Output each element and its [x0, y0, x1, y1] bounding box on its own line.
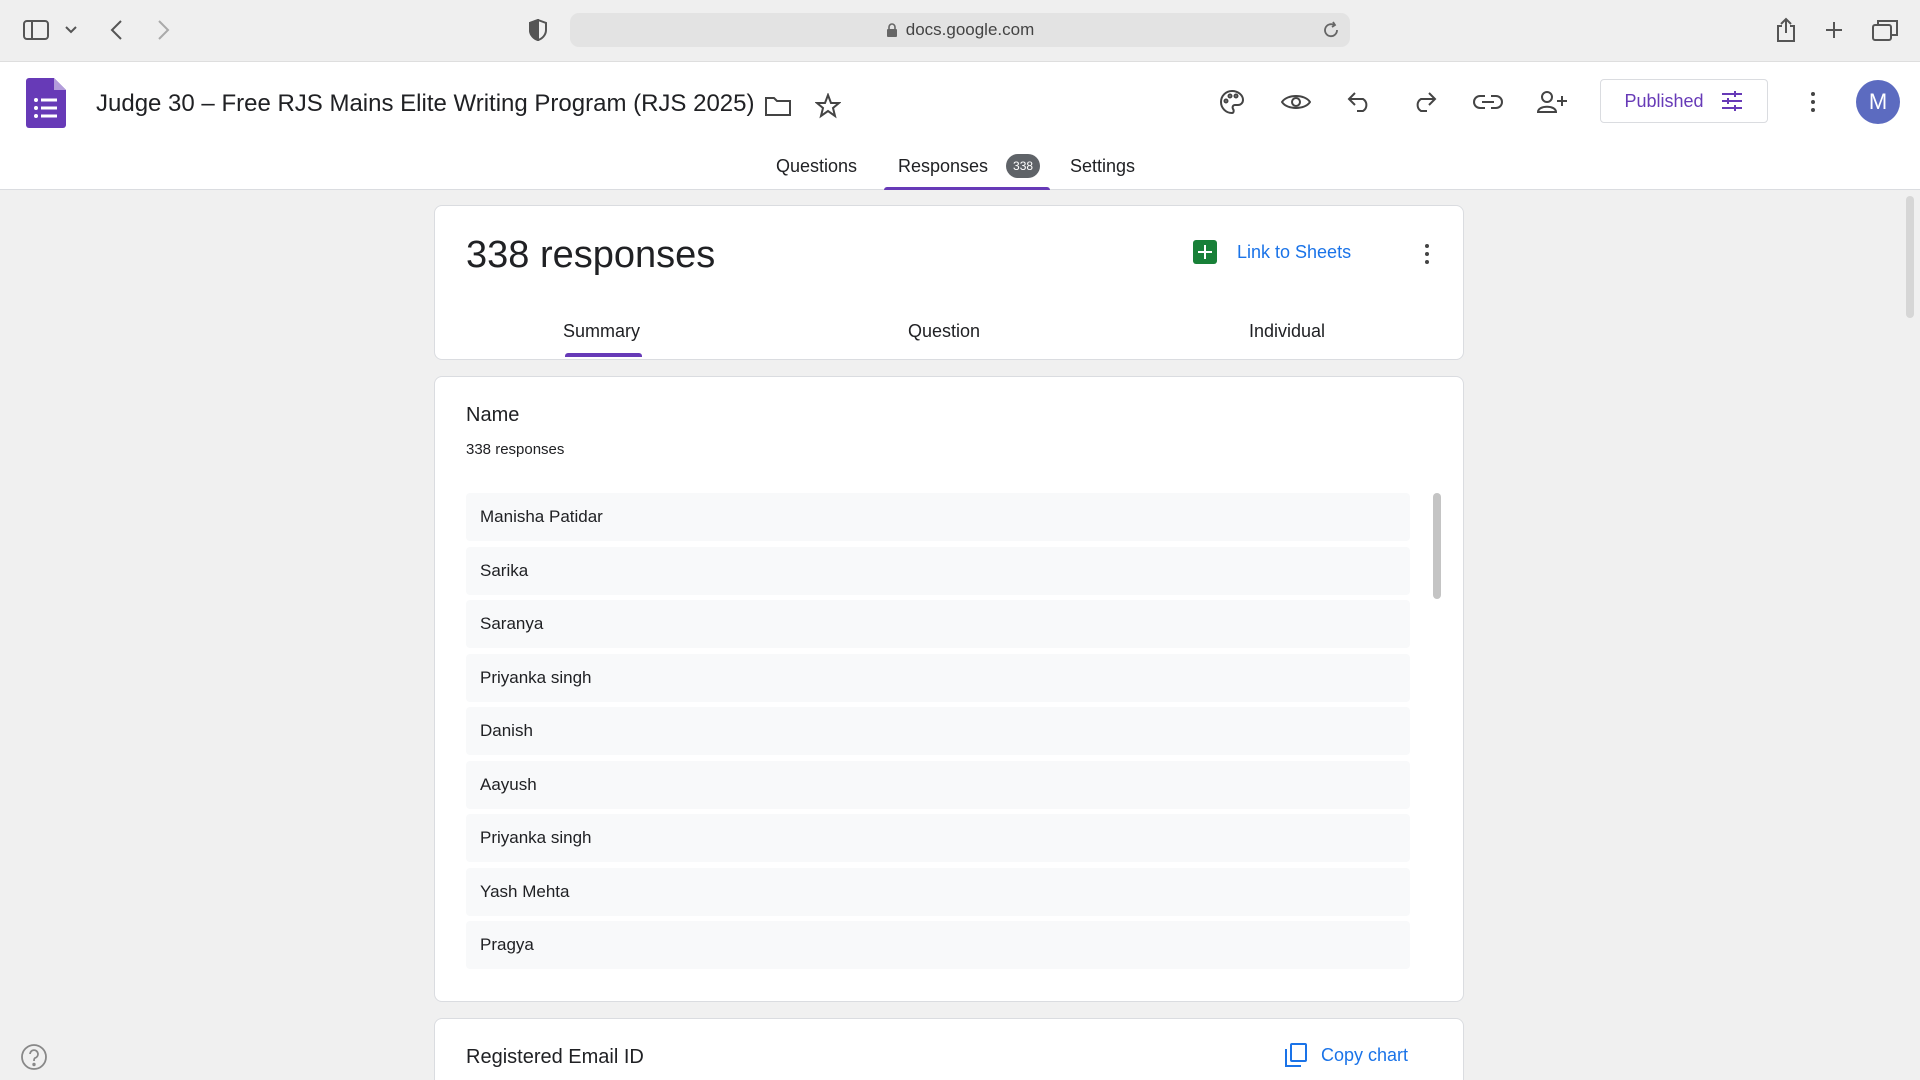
email-question-title: Registered Email ID — [466, 1046, 644, 1068]
question-response-count: 338 responses — [466, 441, 565, 458]
list-item: Aayush — [466, 760, 1410, 809]
forms-logo-icon[interactable] — [26, 78, 66, 128]
subtab-summary[interactable]: Summary — [563, 321, 643, 357]
link-to-sheets-label: Link to Sheets — [1237, 241, 1352, 262]
forward-icon[interactable] — [150, 14, 178, 46]
form-title[interactable]: Judge 30 – Free RJS Mains Elite Writing … — [96, 90, 755, 118]
responses-more-icon[interactable] — [1419, 242, 1435, 266]
chevron-down-icon[interactable] — [62, 14, 80, 46]
lock-icon — [886, 23, 897, 37]
copy-icon — [1285, 1043, 1307, 1067]
subtab-question[interactable]: Question — [908, 321, 980, 342]
list-scrollbar[interactable] — [1433, 493, 1441, 599]
link-icon[interactable] — [1468, 82, 1508, 122]
address-bar[interactable]: docs.google.com — [570, 13, 1350, 47]
sheets-icon — [1193, 240, 1217, 264]
list-item: Priyanka singh — [466, 653, 1410, 702]
name-question-card: Name 338 responses Manisha Patidar Sarik… — [434, 376, 1464, 1002]
published-button[interactable]: Published — [1600, 79, 1768, 123]
folder-icon[interactable] — [764, 92, 792, 120]
tab-settings[interactable]: Settings — [1070, 148, 1135, 190]
responses-title: 338 responses — [466, 234, 716, 276]
help-icon[interactable] — [20, 1043, 48, 1071]
more-vert-icon[interactable] — [1798, 82, 1828, 122]
star-icon[interactable] — [814, 92, 842, 120]
question-title: Name — [466, 404, 520, 426]
responses-header-card: 338 responses Link to Sheets Summary Que… — [434, 205, 1464, 360]
copy-chart-label: Copy chart — [1321, 1044, 1409, 1065]
undo-icon[interactable] — [1340, 82, 1380, 122]
reload-icon[interactable] — [1322, 21, 1340, 39]
list-item: Yash Mehta — [466, 867, 1410, 916]
avatar[interactable]: M — [1856, 80, 1900, 124]
list-item: Manisha Patidar — [466, 493, 1410, 541]
tab-questions-label: Questions — [776, 156, 858, 176]
shield-icon[interactable] — [524, 14, 552, 46]
eye-icon[interactable] — [1276, 82, 1316, 122]
forms-header: Judge 30 – Free RJS Mains Elite Writing … — [0, 62, 1920, 190]
back-icon[interactable] — [102, 14, 130, 46]
tab-responses-label: Responses — [898, 156, 989, 176]
plus-icon[interactable] — [1820, 14, 1848, 46]
add-person-icon[interactable] — [1532, 82, 1572, 122]
browser-toolbar: docs.google.com — [0, 0, 1920, 62]
tab-responses[interactable]: Responses 338 — [883, 148, 1051, 190]
main-tabs: Questions Responses 338 Settings — [0, 148, 1920, 190]
published-label: Published — [1624, 90, 1704, 111]
link-to-sheets-button[interactable]: Link to Sheets — [1193, 240, 1351, 264]
email-question-card: Registered Email ID Copy chart — [434, 1018, 1464, 1080]
url-text: docs.google.com — [905, 20, 1035, 39]
responses-count-badge: 338 — [1006, 154, 1041, 178]
list-item: Priyanka singh — [466, 814, 1410, 862]
list-item: Saranya — [466, 600, 1410, 648]
page-scrollbar[interactable] — [1906, 196, 1914, 318]
tab-settings-label: Settings — [1070, 156, 1136, 176]
sidebar-icon[interactable] — [20, 14, 52, 46]
list-item: Sarika — [466, 546, 1410, 595]
palette-icon[interactable] — [1212, 82, 1252, 122]
sliders-icon — [1721, 91, 1742, 111]
tab-questions[interactable]: Questions — [776, 148, 857, 190]
copy-chart-button[interactable]: Copy chart — [1285, 1043, 1408, 1067]
list-item: Pragya — [466, 921, 1410, 969]
subtab-individual[interactable]: Individual — [1249, 321, 1325, 342]
share-icon[interactable] — [1772, 14, 1800, 46]
redo-icon[interactable] — [1404, 82, 1444, 122]
list-item: Danish — [466, 707, 1410, 755]
tabs-icon[interactable] — [1870, 14, 1900, 46]
response-list[interactable]: Manisha Patidar Sarika Saranya Priyanka … — [466, 493, 1410, 975]
